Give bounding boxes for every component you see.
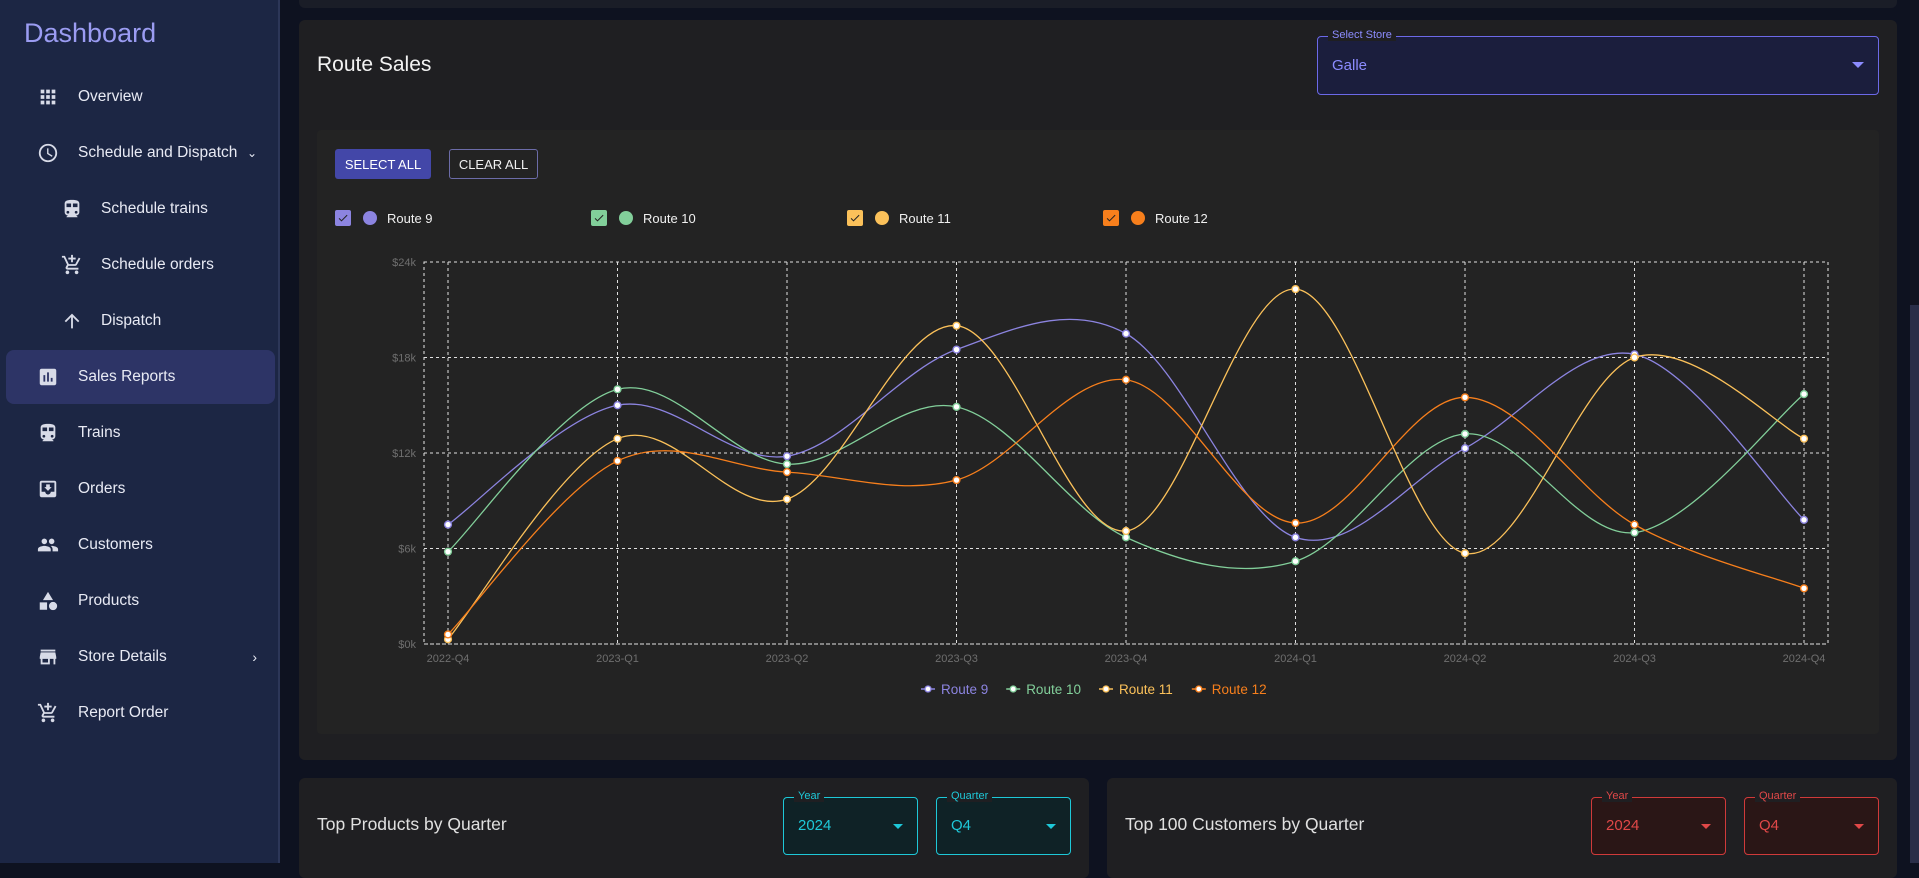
- series-line-route-12: [447, 378, 1805, 635]
- top-products-title: Top Products by Quarter: [317, 814, 507, 834]
- data-point-route-10: [1460, 429, 1470, 439]
- year-select-label: Year: [1602, 790, 1633, 802]
- legend-label-route-11: Route 11: [1119, 682, 1173, 697]
- year-select-value: 2024: [798, 817, 832, 834]
- legend-label-route-12: Route 12: [1212, 682, 1267, 697]
- y-tick-label: $12k: [392, 448, 416, 460]
- legend-marker-dot: [924, 685, 932, 693]
- quarter-select-value: Q4: [951, 817, 972, 834]
- top-customers-year-select[interactable]: Year 2024: [1591, 790, 1726, 855]
- data-point-route-10: [952, 402, 961, 411]
- y-tick-label: $0k: [398, 639, 416, 651]
- data-point-route-11: [1460, 549, 1470, 558]
- data-point-route-12: [1460, 393, 1470, 402]
- top-products-panel: Top Products by Quarter Year 2024 Quarte…: [299, 778, 1089, 878]
- dropdown-arrow-icon: [893, 824, 903, 829]
- legend-marker-dot: [1102, 685, 1110, 693]
- legend-marker-dot: [1009, 685, 1017, 693]
- data-point-route-9: [443, 520, 453, 529]
- data-point-route-12: [1291, 518, 1300, 528]
- data-point-route-10: [1291, 557, 1300, 566]
- top-customers-title: Top 100 Customers by Quarter: [1125, 814, 1365, 834]
- x-tick-label: 2022-Q4: [427, 653, 470, 665]
- data-point-route-9: [1460, 444, 1470, 453]
- quarter-select-label: Quarter: [1755, 790, 1801, 802]
- data-point-route-12: [613, 456, 622, 466]
- data-point-route-11: [1291, 284, 1300, 294]
- dropdown-arrow-icon: [1046, 824, 1056, 829]
- legend-label-route-10: Route 10: [1026, 682, 1081, 697]
- x-tick-label: 2024-Q2: [1444, 653, 1487, 665]
- y-tick-label: $24k: [392, 257, 416, 269]
- data-point-route-11: [1799, 434, 1809, 443]
- data-point-route-9: [952, 345, 961, 354]
- y-tick-label: $6k: [398, 544, 416, 556]
- x-tick-label: 2023-Q2: [766, 653, 809, 665]
- route-sales-line-chart: $0k $6k $12k $18k $24k 2022-Q4 2023-Q1 2023-Q2 2…: [392, 257, 1829, 697]
- dropdown-arrow-icon: [1854, 824, 1864, 829]
- data-point-route-10: [782, 460, 792, 469]
- data-point-route-10: [443, 547, 453, 556]
- data-point-route-9: [1291, 533, 1300, 542]
- data-point-route-10: [1630, 528, 1639, 537]
- legend-marker-dot: [1195, 685, 1203, 693]
- x-tick-label: 2023-Q4: [1105, 653, 1148, 665]
- year-select-value: 2024: [1606, 817, 1640, 834]
- data-point-route-11: [782, 495, 792, 504]
- data-point-route-12: [782, 468, 792, 477]
- data-point-route-11: [952, 321, 961, 330]
- top-customers-quarter-select[interactable]: Quarter Q4: [1744, 790, 1879, 855]
- x-tick-label: 2024-Q1: [1274, 653, 1317, 665]
- data-point-route-9: [1799, 515, 1809, 524]
- data-point-route-12: [1799, 584, 1809, 593]
- data-point-route-10: [613, 385, 622, 394]
- x-tick-label: 2023-Q3: [935, 653, 978, 665]
- data-point-route-12: [1121, 375, 1131, 384]
- data-point-route-9: [782, 452, 792, 461]
- quarter-select-label: Quarter: [947, 790, 993, 802]
- dropdown-arrow-icon: [1701, 824, 1711, 829]
- top-products-year-select[interactable]: Year 2024: [783, 790, 918, 855]
- year-select-label: Year: [794, 790, 825, 802]
- data-point-route-12: [1630, 520, 1639, 529]
- data-point-route-11: [613, 434, 622, 443]
- top-customers-panel: Top 100 Customers by Quarter Year 2024 Q…: [1107, 778, 1897, 878]
- scrollbar-thumb[interactable]: [1910, 305, 1919, 863]
- data-point-route-9: [1121, 329, 1131, 338]
- x-tick-label: 2024-Q3: [1613, 653, 1656, 665]
- top-products-quarter-select[interactable]: Quarter Q4: [936, 790, 1071, 855]
- data-point-route-12: [443, 630, 453, 639]
- x-tick-label: 2024-Q4: [1783, 653, 1826, 665]
- data-point-route-11: [1121, 526, 1131, 536]
- data-point-route-10: [1799, 390, 1809, 399]
- legend-label-route-9: Route 9: [941, 682, 988, 697]
- data-point-route-12: [952, 475, 961, 485]
- data-point-route-11: [1630, 353, 1639, 362]
- x-tick-label: 2023-Q1: [596, 653, 639, 665]
- y-tick-label: $18k: [392, 353, 416, 365]
- data-point-route-9: [613, 401, 622, 410]
- quarter-select-value: Q4: [1759, 817, 1780, 834]
